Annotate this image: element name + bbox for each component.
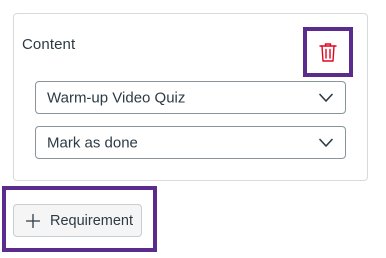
trash-icon (319, 43, 337, 62)
chevron-down-icon (319, 93, 333, 102)
add-requirement-button[interactable]: Requirement (13, 204, 142, 237)
requirement-type-select[interactable]: Mark as done (35, 126, 346, 159)
content-select[interactable]: Warm-up Video Quiz (35, 81, 346, 114)
plus-icon (26, 213, 40, 228)
content-label: Content (22, 36, 76, 53)
delete-highlight-frame (303, 27, 353, 77)
requirement-type-value: Mark as done (47, 134, 138, 151)
delete-requirement-button[interactable] (317, 41, 339, 63)
page: Content Warm-up Video Quiz Mark as done (0, 0, 386, 258)
add-requirement-label: Requirement (50, 212, 134, 229)
chevron-down-icon (319, 138, 333, 147)
content-select-value: Warm-up Video Quiz (47, 89, 186, 106)
